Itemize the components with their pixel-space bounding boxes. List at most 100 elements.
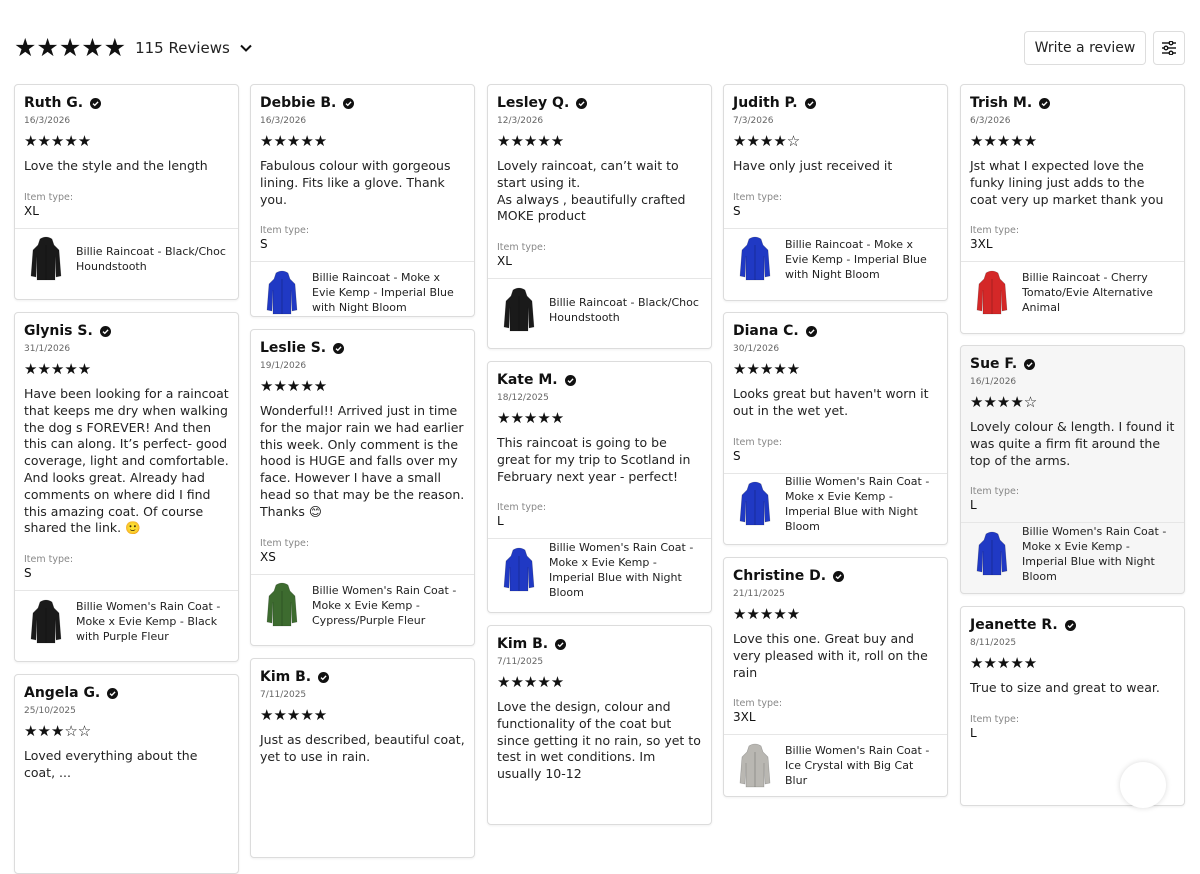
product-name: Billie Raincoat - Moke x Evie Kemp - Imp…: [785, 237, 927, 281]
review-date: 25/10/2025: [24, 706, 76, 716]
reviewer-name: Kim B.: [260, 668, 465, 686]
item-type-value: L: [497, 514, 504, 529]
product-name: Billie Raincoat - Moke x Evie Kemp - Imp…: [312, 271, 454, 315]
reviewer-name-text: Diana C.: [733, 323, 799, 339]
product-link[interactable]: Billie Women's Rain Coat - Ice Crystal w…: [724, 734, 947, 796]
review-text: Wonderful!! Arrived just in time for the…: [260, 403, 465, 519]
review-card: Kim B. 7/11/2025 ★★★★★ Love the design, col…: [487, 625, 712, 825]
item-type-value: 3XL: [733, 710, 756, 725]
reviewer-name: Angela G.: [24, 684, 229, 702]
item-type-label: Item type:: [970, 225, 1020, 237]
verified-badge-icon: [805, 325, 817, 337]
review-date: 30/1/2026: [733, 344, 780, 354]
review-text: Lovely raincoat, can’t wait to start usi…: [497, 158, 686, 224]
verified-badge-icon: [90, 97, 102, 109]
item-type-value: S: [733, 203, 741, 218]
product-name: Billie Raincoat - Black/Choc Houndstooth: [549, 295, 699, 324]
verified-badge-icon: [1039, 97, 1051, 109]
reviewer-name-text: Leslie S.: [260, 340, 327, 356]
review-date: 8/11/2025: [970, 638, 1017, 648]
review-date: 21/11/2025: [733, 589, 785, 599]
reviewer-name: Debbie B.: [260, 94, 465, 112]
reviewer-name: Sue F.: [970, 355, 1175, 373]
review-stars: ★★★★★: [497, 132, 565, 150]
reviewer-name-text: Kate M.: [497, 372, 558, 388]
item-type-label: Item type:: [497, 242, 547, 254]
review-date: 7/11/2025: [497, 657, 544, 667]
product-name: Billie Women's Rain Coat - Moke x Evie K…: [76, 600, 221, 644]
reviewer-name-text: Angela G.: [24, 685, 101, 701]
review-date: 7/11/2025: [260, 690, 307, 700]
review-date: 16/3/2026: [24, 116, 71, 126]
green-coat-icon: [260, 582, 304, 628]
review-stars: ★★★★★: [733, 605, 801, 623]
product-link[interactable]: Billie Raincoat - Moke x Evie Kemp - Imp…: [724, 227, 947, 290]
review-stars: ★★★★★: [733, 360, 801, 378]
blue-coat-icon: [497, 547, 541, 593]
review-stars: ★★★★★: [497, 409, 565, 427]
review-date: 7/3/2026: [733, 116, 774, 126]
review-card: Angela G. 25/10/2025 ★★★☆☆ Loved everything…: [14, 674, 239, 874]
review-date: 16/3/2026: [260, 116, 307, 126]
black-coat-icon: [24, 236, 68, 282]
product-link[interactable]: Billie Women's Rain Coat - Moke x Evie K…: [488, 538, 711, 600]
rating-summary[interactable]: ★★★★★ 115 Reviews: [14, 35, 253, 60]
item-type-label: Item type:: [497, 502, 547, 514]
review-stars: ★★★★★: [24, 132, 92, 150]
item-type-label: Item type:: [260, 537, 310, 549]
item-type-value: S: [24, 566, 32, 581]
review-stars: ★★★☆☆: [24, 722, 92, 740]
review-card: Kim B. 7/11/2025 ★★★★★ Just as described, b…: [250, 658, 475, 858]
item-type-value: S: [260, 237, 268, 252]
review-date: 19/1/2026: [260, 361, 307, 371]
filter-button[interactable]: [1153, 31, 1185, 65]
reviewer-name-text: Christine D.: [733, 568, 827, 584]
product-link[interactable]: Billie Women's Rain Coat - Moke x Evie K…: [251, 573, 474, 636]
reviewer-name-text: Kim B.: [497, 636, 549, 652]
reviewer-name: Diana C.: [733, 322, 938, 340]
review-text: Just as described, beautiful coat, yet t…: [260, 732, 465, 764]
item-type-label: Item type:: [24, 191, 74, 203]
product-link[interactable]: Billie Raincoat - Black/Choc Houndstooth: [15, 227, 238, 290]
item-type-value: XL: [497, 254, 512, 269]
verified-badge-icon: [555, 638, 567, 650]
review-card: Debbie B. 16/3/2026 ★★★★★ Fabulous colour w…: [250, 84, 475, 317]
write-review-button[interactable]: Write a review: [1024, 31, 1146, 65]
review-card: Christine D. 21/11/2025 ★★★★★ Love this one…: [723, 557, 948, 797]
item-type-label: Item type:: [733, 698, 783, 710]
product-link[interactable]: Billie Raincoat - Black/Choc Houndstooth: [488, 278, 711, 340]
reviewer-name: Christine D.: [733, 567, 938, 585]
review-stars: ★★★★★: [260, 132, 328, 150]
reviewer-name-text: Jeanette R.: [970, 617, 1058, 633]
product-link[interactable]: Billie Women's Rain Coat - Moke x Evie K…: [724, 472, 947, 535]
review-date: 12/3/2026: [497, 116, 544, 126]
reviewer-name: Jeanette R.: [970, 616, 1175, 634]
review-date: 18/12/2025: [497, 393, 549, 403]
blue-coat-icon: [733, 236, 777, 282]
product-name: Billie Women's Rain Coat - Moke x Evie K…: [785, 475, 930, 534]
review-text: Looks great but haven't worn it out in t…: [733, 386, 929, 418]
verified-badge-icon: [1024, 358, 1036, 370]
product-link[interactable]: Billie Raincoat - Moke x Evie Kemp - Imp…: [251, 261, 474, 316]
reviewer-name: Judith P.: [733, 94, 938, 112]
review-text: Love the design, colour and functionalit…: [497, 699, 701, 782]
chat-launcher-button[interactable]: [1120, 762, 1166, 808]
review-text: Have been looking for a raincoat that ke…: [24, 386, 229, 536]
reviewer-name: Kate M.: [497, 371, 702, 389]
product-link[interactable]: Billie Women's Rain Coat - Moke x Evie K…: [15, 590, 238, 652]
item-type-value: XS: [260, 549, 276, 564]
reviews-header: ★★★★★ 115 Reviews Write a review: [0, 0, 1200, 84]
black-coat-icon: [497, 287, 541, 333]
product-link[interactable]: Billie Raincoat - Cherry Tomato/Evie Alt…: [961, 261, 1184, 323]
reviewer-name: Lesley Q.: [497, 94, 702, 112]
item-type-value: L: [970, 498, 977, 513]
reviewer-name-text: Lesley Q.: [497, 95, 570, 111]
chevron-down-icon[interactable]: [239, 41, 253, 55]
review-card: Lesley Q. 12/3/2026 ★★★★★ Lovely raincoat, …: [487, 84, 712, 349]
item-type-value: XL: [24, 203, 39, 218]
review-date: 6/3/2026: [970, 116, 1011, 126]
reviewer-name-text: Judith P.: [733, 95, 798, 111]
review-stars: ★★★★★: [260, 706, 328, 724]
reviewer-name-text: Glynis S.: [24, 323, 93, 339]
product-link[interactable]: Billie Women's Rain Coat - Moke x Evie K…: [961, 522, 1184, 584]
